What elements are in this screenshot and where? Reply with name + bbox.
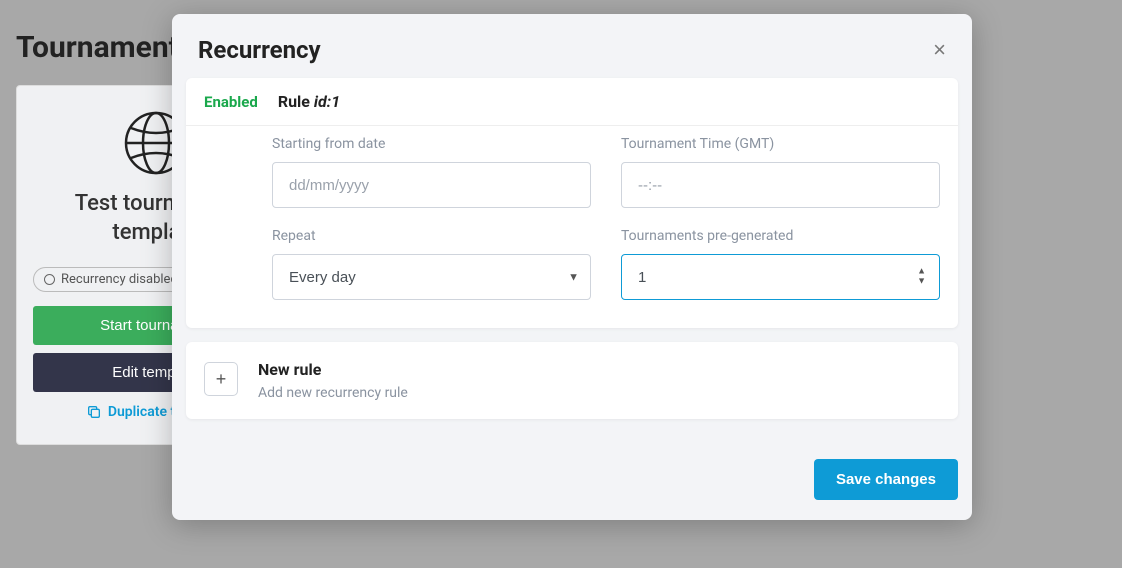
recurrency-status-text: Recurrency disabled <box>61 272 178 287</box>
close-button[interactable]: × <box>933 39 946 61</box>
new-rule-title: New rule <box>258 360 408 379</box>
enabled-label: Enabled <box>204 93 258 111</box>
rule-card: Enabled Rule id:1 Starting from date Tou… <box>186 78 958 328</box>
pregen-field: Tournaments pre-generated ▲ ▼ <box>621 228 940 300</box>
copy-icon <box>86 404 102 420</box>
new-rule-card: + New rule Add new recurrency rule <box>186 342 958 419</box>
repeat-field: Repeat Every day ▼ <box>272 228 591 300</box>
start-date-field: Starting from date <box>272 136 591 208</box>
pregen-input[interactable] <box>621 254 940 300</box>
save-button[interactable]: Save changes <box>814 459 958 500</box>
recurrency-modal: Recurrency × Enabled Rule id:1 Starting … <box>172 14 972 520</box>
time-input[interactable] <box>621 162 940 208</box>
rule-title: Rule id:1 <box>278 92 340 111</box>
add-rule-button[interactable]: + <box>204 362 238 396</box>
rule-body: Starting from date Tournament Time (GMT)… <box>186 126 958 328</box>
recurrency-status-badge[interactable]: Recurrency disabled <box>33 267 189 292</box>
chevron-down-icon: ▼ <box>917 278 926 287</box>
rule-header: Enabled Rule id:1 <box>186 78 958 126</box>
repeat-label: Repeat <box>272 228 591 244</box>
pregen-label: Tournaments pre-generated <box>621 228 940 244</box>
time-label: Tournament Time (GMT) <box>621 136 940 152</box>
modal-title: Recurrency <box>198 36 321 64</box>
modal-header: Recurrency × <box>172 14 972 78</box>
circle-icon <box>44 274 55 285</box>
number-stepper-icon[interactable]: ▲ ▼ <box>917 268 926 287</box>
new-rule-subtitle: Add new recurrency rule <box>258 385 408 401</box>
chevron-up-icon: ▲ <box>917 268 926 277</box>
start-date-label: Starting from date <box>272 136 591 152</box>
new-rule-text: New rule Add new recurrency rule <box>258 360 408 401</box>
time-field: Tournament Time (GMT) <box>621 136 940 208</box>
rule-title-id: id:1 <box>314 92 340 111</box>
repeat-select[interactable]: Every day <box>272 254 591 300</box>
modal-footer: Save changes <box>172 433 972 520</box>
start-date-input[interactable] <box>272 162 591 208</box>
rule-title-prefix: Rule <box>278 92 314 111</box>
